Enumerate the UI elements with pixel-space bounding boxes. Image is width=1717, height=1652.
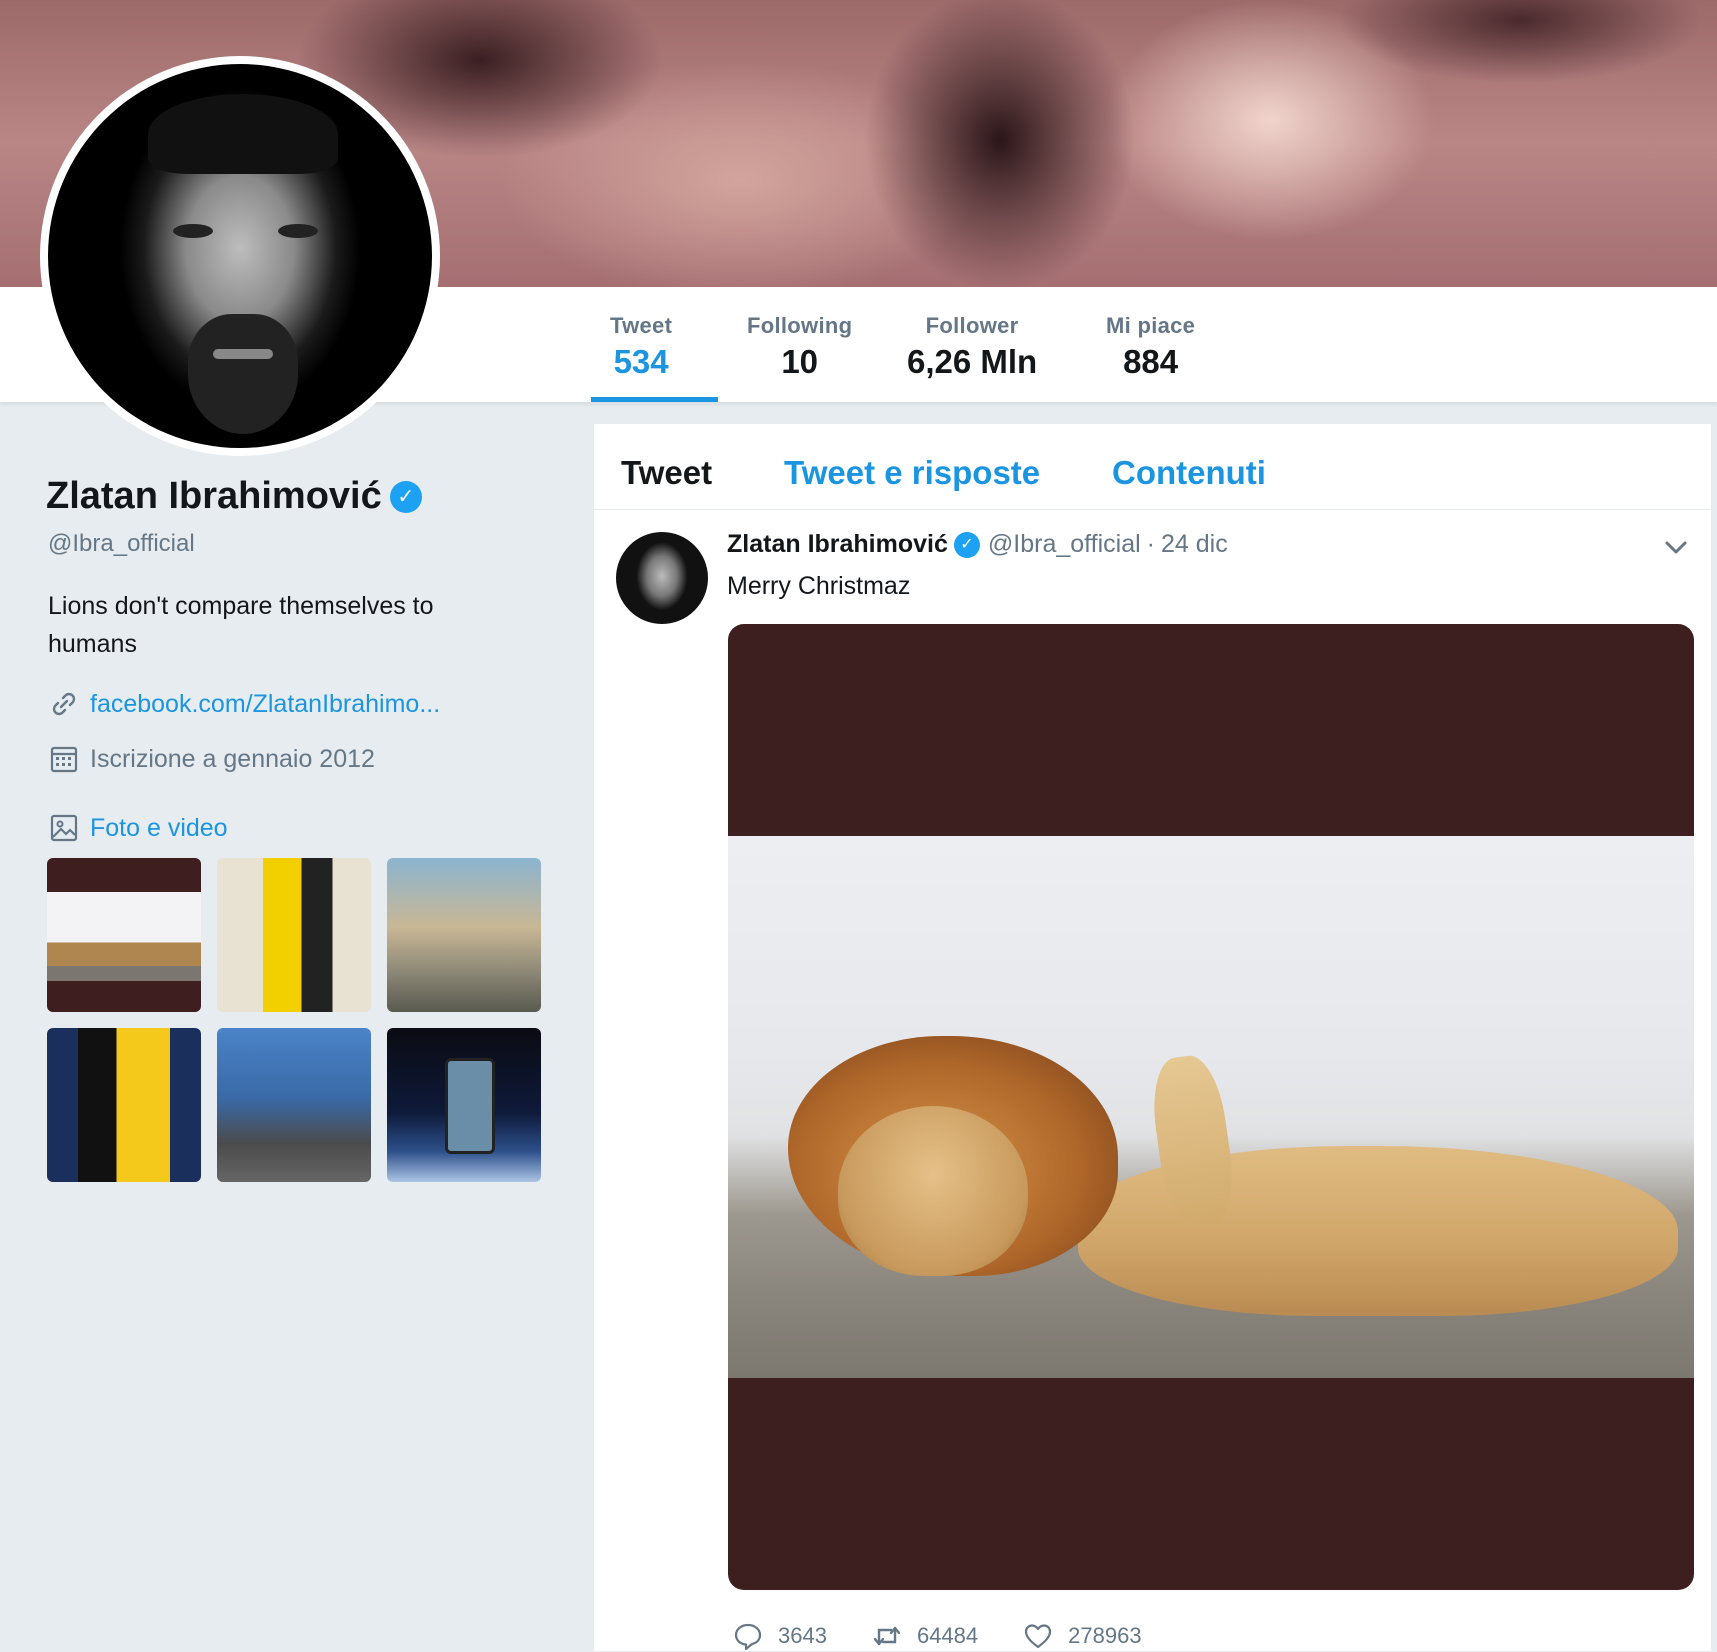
profile-avatar[interactable] [40, 56, 440, 456]
stat-following-label: Following [747, 313, 853, 338]
tweet-author-handle[interactable]: @Ibra_official [988, 530, 1141, 559]
stat-tweets[interactable]: Tweet 534 [610, 313, 672, 381]
tweet-separator: · [1146, 530, 1155, 558]
profile-name-block: Zlatan Ibrahimović ✓ [46, 475, 422, 518]
media-thumbnail-grid [47, 858, 541, 1182]
avatar-photo [48, 64, 432, 448]
profile-joined-row: Iscrizione a gennaio 2012 [48, 743, 375, 775]
stat-likes[interactable]: Mi piace 884 [1106, 313, 1195, 381]
like-button[interactable]: 278963 [1022, 1620, 1142, 1652]
stat-tweets-value: 534 [613, 343, 669, 380]
profile-link-row: facebook.com/ZlatanIbrahimo... [48, 688, 440, 720]
reply-icon [734, 1623, 762, 1651]
timeline-tabs: Tweet Tweet e risposte Contenuti [594, 424, 1711, 510]
stat-followers-label: Follower [925, 313, 1019, 338]
lion-photo [728, 836, 1694, 1378]
stat-likes-value: 884 [1123, 343, 1179, 380]
profile-bio: Lions don't compare themselves to humans [48, 592, 434, 658]
stat-followers-value: 6,26 Mln [907, 343, 1038, 380]
media-thumbnail[interactable] [217, 858, 371, 1012]
tweet-author-avatar[interactable] [616, 532, 708, 624]
profile-handle[interactable]: @Ibra_official [48, 530, 195, 558]
link-icon [52, 692, 76, 716]
tweet-header: Zlatan Ibrahimović ✓ @Ibra_official · 24… [727, 530, 1228, 559]
media-link[interactable]: Foto e video [90, 814, 228, 843]
media-thumbnail[interactable] [387, 858, 541, 1012]
media-thumbnail[interactable] [387, 1028, 541, 1182]
tweet-actions: 3643 64484 278963 [732, 1620, 1186, 1652]
like-count: 278963 [1068, 1623, 1142, 1648]
tweet-author-name[interactable]: Zlatan Ibrahimović [727, 530, 948, 559]
tweet-media-image[interactable] [728, 624, 1694, 1590]
tweet-text: Merry Christmaz [727, 572, 911, 600]
media-header-row: Foto e video [48, 812, 228, 844]
tab-tweets[interactable]: Tweet [621, 454, 712, 492]
active-stat-underline [591, 397, 718, 402]
stat-likes-label: Mi piace [1106, 313, 1196, 338]
retweet-count: 64484 [916, 1623, 979, 1648]
reply-button[interactable]: 3643 [732, 1620, 827, 1652]
timeline-panel: Tweet Tweet e risposte Contenuti Zlatan … [593, 423, 1712, 1652]
retweet-icon [873, 1626, 901, 1646]
profile-joined-date: Iscrizione a gennaio 2012 [90, 744, 375, 773]
profile-website-link[interactable]: facebook.com/ZlatanIbrahimo... [90, 690, 440, 719]
profile-name[interactable]: Zlatan Ibrahimović [46, 475, 382, 518]
verified-badge-icon: ✓ [389, 480, 422, 513]
stat-following[interactable]: Following 10 [747, 313, 852, 381]
stat-following-value: 10 [781, 343, 819, 380]
reply-count: 3643 [778, 1623, 827, 1648]
stat-followers[interactable]: Follower 6,26 Mln [907, 313, 1037, 381]
tweet-timestamp[interactable]: 24 dic [1161, 530, 1228, 559]
stat-tweets-label: Tweet [610, 313, 673, 338]
media-thumbnail[interactable] [47, 858, 201, 1012]
photo-icon [50, 814, 78, 842]
chevron-down-icon[interactable] [1661, 532, 1691, 562]
retweet-button[interactable]: 64484 [871, 1620, 978, 1652]
media-thumbnail[interactable] [47, 1028, 201, 1182]
heart-icon [1025, 1624, 1052, 1649]
media-thumbnail[interactable] [217, 1028, 371, 1182]
calendar-icon [50, 746, 78, 773]
tab-media[interactable]: Contenuti [1112, 454, 1266, 492]
verified-badge-icon: ✓ [953, 531, 980, 558]
tab-tweets-and-replies[interactable]: Tweet e risposte [784, 454, 1040, 492]
